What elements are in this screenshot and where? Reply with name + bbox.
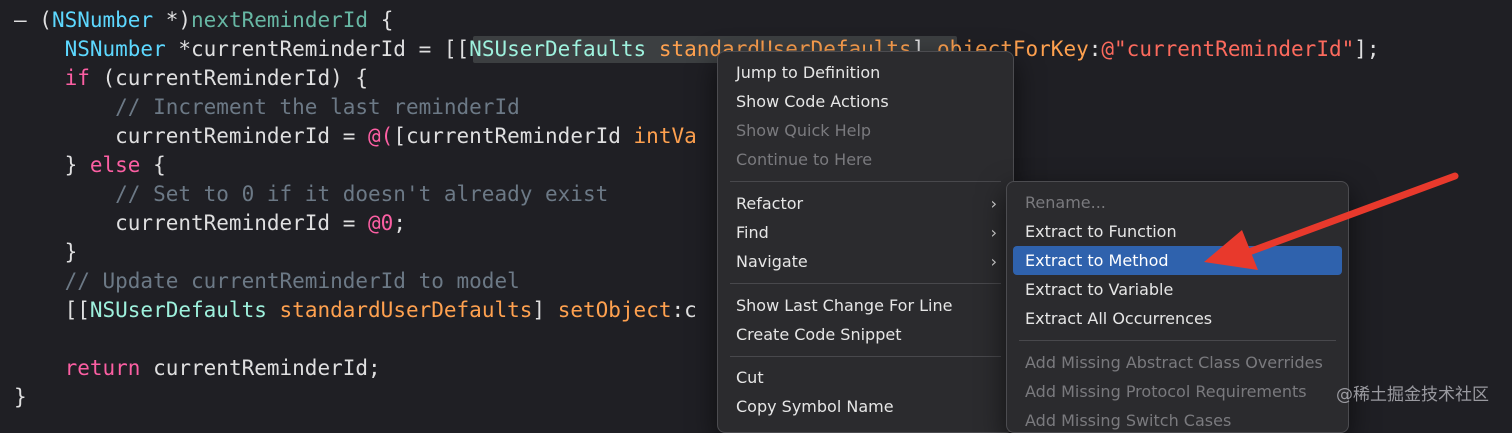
arrow-head bbox=[1204, 230, 1258, 270]
arrow-shaft bbox=[1234, 172, 1459, 260]
red-arrow-annotation bbox=[1204, 172, 1459, 270]
watermark: @稀土掘金技术社区 bbox=[1336, 385, 1489, 405]
